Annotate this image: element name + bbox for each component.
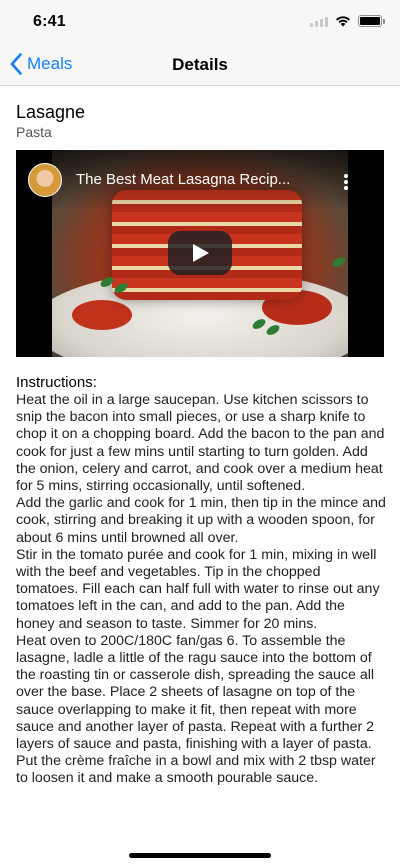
signal-icon — [310, 16, 328, 27]
instruction-paragraph: Heat the oil in a large saucepan. Use ki… — [16, 392, 385, 495]
more-options-icon[interactable] — [344, 174, 348, 190]
instructions-heading: Instructions: — [16, 374, 97, 391]
status-icons — [310, 15, 385, 27]
status-time: 6:41 — [33, 13, 66, 30]
meal-category: Pasta — [16, 124, 52, 140]
navigation-bar: Meals Details — [0, 44, 400, 86]
status-bar: 6:41 — [0, 0, 400, 44]
video-player[interactable]: The Best Meat Lasagna Recip... — [16, 150, 384, 357]
wifi-icon — [336, 16, 350, 27]
meal-details: Lasagne Pasta The Best Meat Lasagna Reci… — [16, 86, 386, 788]
video-title[interactable]: The Best Meat Lasagna Recip... — [76, 171, 290, 188]
instructions-text: Heat the oil in a large saucepan. Use ki… — [16, 392, 386, 788]
battery-icon — [358, 15, 385, 27]
play-button[interactable] — [168, 231, 232, 275]
instruction-paragraph: Stir in the tomato purée and cook for 1 … — [16, 546, 380, 632]
meal-title: Lasagne — [16, 102, 86, 122]
home-indicator[interactable] — [129, 853, 271, 858]
nav-title: Details — [172, 55, 228, 74]
instruction-paragraph: Put the crème fraîche in a bowl and mix … — [16, 753, 376, 787]
instruction-paragraph: Heat oven to 200C/180C fan/gas 6. To ass… — [16, 632, 375, 753]
instruction-paragraph: Add the garlic and cook for 1 min, then … — [16, 495, 386, 546]
play-icon — [193, 244, 209, 262]
channel-avatar[interactable] — [28, 163, 62, 197]
